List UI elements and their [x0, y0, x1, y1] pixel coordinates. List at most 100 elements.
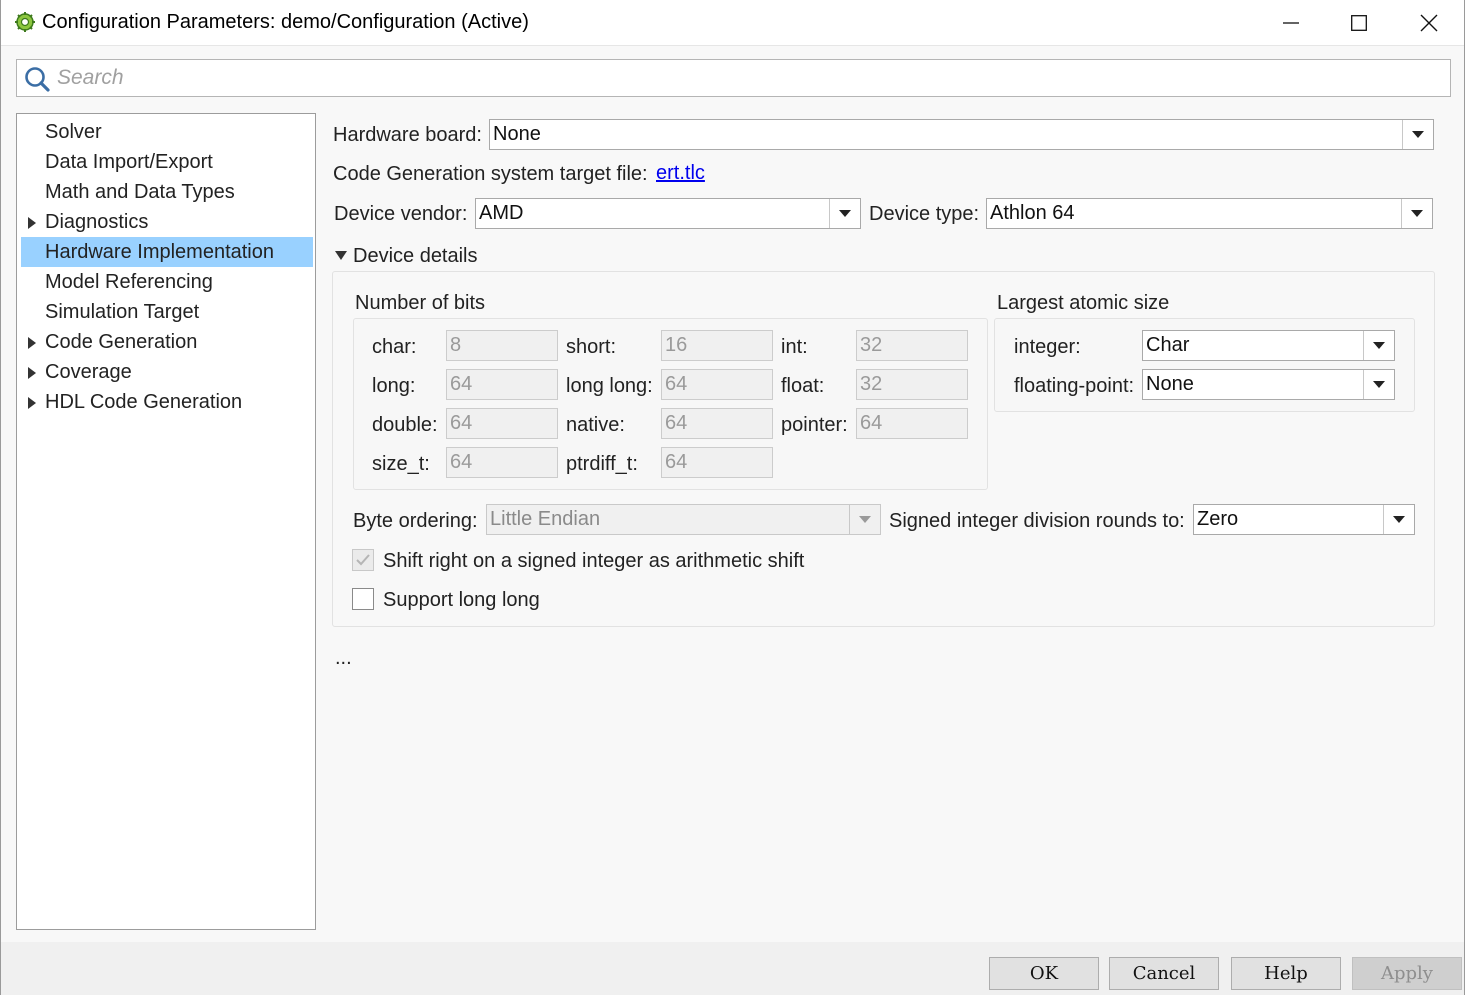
ptrdiff-bits-field[interactable]: 64	[661, 447, 773, 478]
sizet-bits-label: size_t:	[372, 453, 430, 475]
window-title: Configuration Parameters: demo/Configura…	[42, 11, 529, 33]
tree-item-label: Simulation Target	[45, 301, 200, 323]
ptrdiff-bits-value: 64	[665, 451, 688, 473]
more-ellipsis[interactable]: ...	[335, 647, 352, 670]
native-bits-label: native:	[566, 414, 625, 436]
tree-item-label: HDL Code Generation	[45, 391, 243, 413]
expand-arrow-icon[interactable]	[28, 397, 36, 409]
maximize-button[interactable]	[1324, 0, 1394, 46]
native-bits-field[interactable]: 64	[661, 408, 773, 439]
tree-item-data-import-export[interactable]: Data Import/Export	[21, 147, 313, 177]
float-bits-value: 32	[860, 373, 883, 395]
double-bits-field[interactable]: 64	[446, 408, 558, 439]
ok-button[interactable]: OK	[989, 957, 1099, 990]
division-rounds-value: Zero	[1197, 508, 1239, 530]
tree-item-hdl-code-generation[interactable]: HDL Code Generation	[21, 387, 313, 417]
sizet-bits-field[interactable]: 64	[446, 447, 558, 478]
tree-item-model-referencing[interactable]: Model Referencing	[21, 267, 313, 297]
short-bits-field[interactable]: 16	[661, 330, 773, 361]
device-type-dropdown[interactable]: Athlon 64	[986, 198, 1433, 229]
search-input[interactable]	[57, 63, 1437, 93]
device-vendor-chevron-down-icon	[829, 199, 860, 228]
hardware-board-dropdown[interactable]: None	[489, 119, 1434, 150]
tree-item-label: Solver	[45, 121, 102, 143]
support-long-long-label: Support long long	[383, 589, 540, 611]
hardware-board-label: Hardware board:	[333, 124, 482, 146]
char-bits-value: 8	[450, 334, 462, 356]
short-bits-value: 16	[665, 334, 688, 356]
expand-arrow-icon[interactable]	[28, 367, 36, 379]
tree-item-math-and-data-types[interactable]: Math and Data Types	[21, 177, 313, 207]
device-vendor-dropdown[interactable]: AMD	[475, 198, 861, 229]
hardware-board-value: None	[493, 123, 541, 145]
int-bits-field[interactable]: 32	[856, 330, 968, 361]
atomic-integer-dropdown[interactable]: Char	[1142, 330, 1395, 361]
division-rounds-chevron-down-icon	[1383, 505, 1414, 534]
search-box	[16, 59, 1451, 97]
device-details-expand-icon[interactable]	[335, 251, 347, 260]
long-bits-field[interactable]: 64	[446, 369, 558, 400]
arithmetic-shift-checkbox[interactable]	[352, 549, 374, 571]
atomic-float-label: floating-point:	[1014, 375, 1135, 397]
apply-button[interactable]: Apply	[1352, 957, 1462, 990]
help-button[interactable]: Help	[1231, 957, 1341, 990]
tree-item-hardware-implementation[interactable]: Hardware Implementation	[21, 237, 313, 267]
double-bits-label: double:	[372, 414, 438, 436]
device-details-label[interactable]: Device details	[353, 245, 478, 268]
char-bits-field[interactable]: 8	[446, 330, 558, 361]
checkmark-icon	[356, 554, 370, 566]
int-bits-value: 32	[860, 334, 883, 356]
short-bits-label: short:	[566, 336, 617, 358]
tree-item-solver[interactable]: Solver	[21, 117, 313, 147]
hardware-board-chevron-down-icon	[1402, 120, 1433, 149]
tree-item-code-generation[interactable]: Code Generation	[21, 327, 313, 357]
longlong-bits-value: 64	[665, 373, 688, 395]
close-icon	[1420, 14, 1438, 32]
atomic-integer-label: integer:	[1014, 336, 1081, 358]
long-bits-label: long:	[372, 375, 416, 397]
maximize-icon	[1351, 15, 1367, 31]
tree-item-simulation-target[interactable]: Simulation Target	[21, 297, 313, 327]
device-type-label: Device type:	[869, 203, 980, 225]
close-button[interactable]	[1394, 0, 1464, 46]
atomic-float-chevron-down-icon	[1363, 370, 1394, 399]
target-file-link[interactable]: ert.tlc	[656, 162, 705, 185]
minimize-button[interactable]	[1256, 0, 1326, 46]
hardware-implementation-pane: Hardware board: None Code Generation sys…	[321, 105, 1451, 935]
expand-arrow-icon[interactable]	[28, 217, 36, 229]
longlong-bits-field[interactable]: 64	[661, 369, 773, 400]
float-bits-field[interactable]: 32	[856, 369, 968, 400]
int-bits-label: int:	[781, 336, 808, 358]
cancel-button[interactable]: Cancel	[1109, 957, 1219, 990]
device-type-value: Athlon 64	[990, 202, 1075, 224]
byte-ordering-chevron-down-icon	[849, 505, 880, 534]
division-rounds-dropdown[interactable]: Zero	[1193, 504, 1415, 535]
config-params-window: Configuration Parameters: demo/Configura…	[0, 0, 1465, 995]
atomic-integer-chevron-down-icon	[1363, 331, 1394, 360]
byte-ordering-value: Little Endian	[490, 508, 601, 530]
tree-item-label: Math and Data Types	[45, 181, 235, 203]
tree-item-label: Code Generation	[45, 331, 198, 353]
byte-ordering-dropdown[interactable]: Little Endian	[486, 504, 881, 535]
title-bar: Configuration Parameters: demo/Configura…	[1, 0, 1464, 46]
tree-item-diagnostics[interactable]: Diagnostics	[21, 207, 313, 237]
tree-item-label: Coverage	[45, 361, 132, 383]
division-rounds-label: Signed integer division rounds to:	[889, 510, 1185, 532]
support-long-long-checkbox[interactable]	[352, 588, 374, 610]
tree-item-coverage[interactable]: Coverage	[21, 357, 313, 387]
double-bits-value: 64	[450, 412, 473, 434]
atomic-float-dropdown[interactable]: None	[1142, 369, 1395, 400]
atomic-integer-value: Char	[1146, 334, 1190, 356]
pointer-bits-label: pointer:	[781, 414, 848, 436]
pointer-bits-field[interactable]: 64	[856, 408, 968, 439]
tree-item-label: Model Referencing	[45, 271, 213, 293]
largest-atomic-size-title: Largest atomic size	[997, 292, 1170, 314]
tree-item-label: Hardware Implementation	[45, 241, 274, 263]
pointer-bits-value: 64	[860, 412, 883, 434]
tree-item-label: Data Import/Export	[45, 151, 213, 173]
ptrdiff-bits-label: ptrdiff_t:	[566, 453, 638, 475]
gear-app-icon	[15, 12, 35, 32]
device-vendor-label: Device vendor:	[334, 203, 468, 225]
settings-tree: Solver Data Import/Export Math and Data Ty…	[16, 113, 316, 930]
expand-arrow-icon[interactable]	[28, 337, 36, 349]
